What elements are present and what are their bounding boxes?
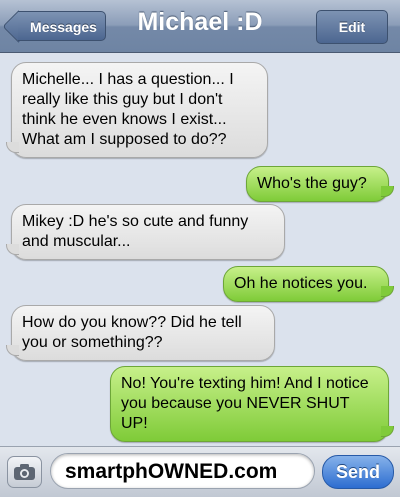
send-button[interactable]: Send [322, 455, 394, 489]
message-bubble-received: How do you know?? Did he tell you or som… [6, 305, 275, 361]
edit-button[interactable]: Edit [316, 10, 388, 44]
message-bubble-received: Mikey :D he's so cute and funny and musc… [6, 204, 285, 260]
message-bubble-sent: No! You're texting him! And I notice you… [110, 366, 394, 442]
compose-bar: smartphOWNED.com Send [0, 446, 400, 497]
message-bubble-received: Michelle... I has a question... I really… [6, 62, 268, 158]
camera-icon [14, 464, 35, 480]
message-bubble-sent: Who's the guy? [246, 166, 394, 202]
messages-back-button[interactable]: Messages [18, 11, 106, 41]
nav-bar: Messages Michael :D Edit [0, 0, 400, 53]
message-input[interactable]: smartphOWNED.com [50, 453, 315, 489]
camera-button[interactable] [7, 456, 42, 488]
message-bubble-sent: Oh he notices you. [223, 266, 394, 302]
